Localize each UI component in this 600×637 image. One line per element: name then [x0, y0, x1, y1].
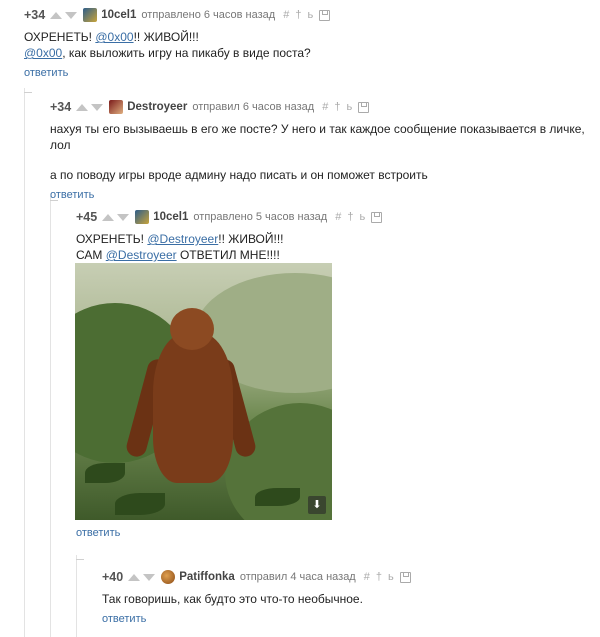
pin-icon[interactable]: † [347, 211, 353, 223]
bookmark-icon[interactable]: ь [388, 571, 394, 583]
bookmark-icon[interactable]: ь [346, 101, 352, 113]
reply-link[interactable]: ответить [50, 189, 595, 201]
leaf [115, 493, 165, 515]
link-icon[interactable]: # [283, 9, 289, 21]
comment-rating: +45 [76, 210, 98, 224]
comment-header: +34 10cel1 отправлено 6 часов назад # † … [24, 6, 584, 24]
vote-down-icon[interactable] [117, 213, 130, 221]
vote-up-icon[interactable] [50, 11, 63, 19]
save-icon[interactable] [399, 571, 411, 583]
comment-time: отправил 6 часов назад [192, 101, 315, 113]
comment: +34 Destroyeer отправил 6 часов назад # … [50, 98, 595, 201]
comment-header: +45 10cel1 отправлено 5 часов назад # † … [76, 208, 576, 226]
save-icon[interactable] [358, 101, 370, 113]
mention-link[interactable]: @0x00 [95, 30, 133, 44]
link-icon[interactable]: # [335, 211, 341, 223]
comment-time: отправлено 5 часов назад [193, 211, 328, 223]
comment-author[interactable]: Destroyeer [127, 101, 187, 113]
reply-link[interactable]: ответить [102, 613, 582, 625]
thread-line-level-2 [50, 196, 51, 637]
bookmark-icon[interactable]: ь [307, 9, 313, 21]
avatar[interactable] [83, 8, 98, 22]
vote-up-icon[interactable] [128, 573, 141, 581]
reply-link[interactable]: ответить [24, 67, 584, 79]
save-icon[interactable] [371, 211, 383, 223]
comment-rating: +34 [50, 100, 72, 114]
comment: +45 10cel1 отправлено 5 часов назад # † … [76, 208, 576, 263]
comment-header: +40 Patiffonka отправил 4 часа назад # †… [102, 568, 582, 586]
comment-time: отправлено 6 часов назад [141, 9, 276, 21]
comment-rating: +34 [24, 8, 46, 22]
thread-tick [24, 92, 32, 93]
download-icon[interactable]: ⬇ [308, 496, 326, 514]
comment-body: ОХРЕНЕТЬ! @0x00!! ЖИВОЙ!!! @0x00, как вы… [24, 30, 311, 60]
comment-author[interactable]: Patiffonka [179, 571, 235, 583]
avatar[interactable] [161, 570, 176, 584]
vote-up-icon[interactable] [76, 103, 89, 111]
pin-icon[interactable]: † [295, 9, 301, 21]
comment-time: отправил 4 часа назад [239, 571, 356, 583]
comment-author[interactable]: 10cel1 [153, 211, 188, 223]
leaf [85, 463, 125, 483]
comment: +34 10cel1 отправлено 6 часов назад # † … [24, 6, 584, 79]
thread-line-level-1 [24, 88, 25, 637]
mention-link[interactable]: @0x00 [24, 46, 62, 60]
bookmark-icon[interactable]: ь [359, 211, 365, 223]
save-icon[interactable] [319, 9, 331, 21]
mention-link[interactable]: @Destroyeer [147, 232, 218, 246]
vote-down-icon[interactable] [65, 11, 78, 19]
avatar[interactable] [135, 210, 150, 224]
orangutan-gif-image[interactable]: ⬇ [75, 263, 332, 520]
thread-tick [76, 559, 84, 560]
comment-header: +34 Destroyeer отправил 6 часов назад # … [50, 98, 595, 116]
comment: +40 Patiffonka отправил 4 часа назад # †… [102, 568, 582, 625]
comment-author[interactable]: 10cel1 [101, 9, 136, 21]
comment-body: нахуя ты его вызываешь в его же посте? У… [50, 122, 585, 182]
comment-rating: +40 [102, 570, 124, 584]
pin-icon[interactable]: † [376, 571, 382, 583]
vote-down-icon[interactable] [91, 103, 104, 111]
vote-up-icon[interactable] [102, 213, 115, 221]
comment-body: ОХРЕНЕТЬ! @Destroyeer!! ЖИВОЙ!!! САМ @De… [76, 232, 284, 262]
link-icon[interactable]: # [364, 571, 370, 583]
thread-line-level-3 [76, 555, 77, 637]
orangutan-head [170, 308, 214, 350]
link-icon[interactable]: # [322, 101, 328, 113]
reply-link[interactable]: ответить [76, 527, 120, 539]
vote-down-icon[interactable] [143, 573, 156, 581]
pin-icon[interactable]: † [334, 101, 340, 113]
mention-link[interactable]: @Destroyeer [106, 248, 177, 262]
avatar[interactable] [109, 100, 124, 114]
leaf [255, 488, 300, 506]
comment-body: Так говоришь, как будто это что-то необы… [102, 592, 363, 606]
orangutan-body [153, 333, 233, 483]
